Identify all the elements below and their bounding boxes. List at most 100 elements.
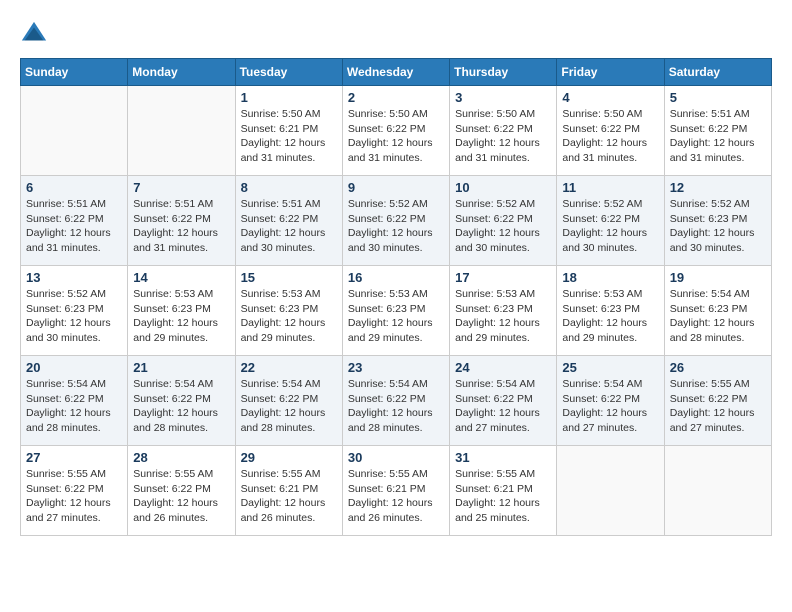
day-number: 11 (562, 180, 658, 195)
calendar-cell: 29Sunrise: 5:55 AM Sunset: 6:21 PM Dayli… (235, 446, 342, 536)
calendar-cell: 18 Sunrise: 5:53 AM Sunset: 6:23 PM Dayli… (557, 266, 664, 356)
day-info: Sunrise: 5:52 AM Sunset: 6:23 PM Dayligh… (26, 287, 122, 346)
calendar-cell: 10 Sunrise: 5:52 AM Sunset: 6:22 PM Dayli… (450, 176, 557, 266)
day-number: 5 (670, 90, 766, 105)
calendar-cell: 21 Sunrise: 5:54 AM Sunset: 6:22 PM Dayli… (128, 356, 235, 446)
day-info: Sunrise: 5:55 AM Sunset: 6:22 PM Dayligh… (26, 467, 122, 526)
calendar-cell: 8 Sunrise: 5:51 AM Sunset: 6:22 PM Daylig… (235, 176, 342, 266)
page-header (20, 20, 772, 48)
day-number: 1 (241, 90, 337, 105)
weekday-header: Tuesday (235, 59, 342, 86)
calendar-cell: 13 Sunrise: 5:52 AM Sunset: 6:23 PM Dayli… (21, 266, 128, 356)
day-number: 15 (241, 270, 337, 285)
day-number: 30 (348, 450, 444, 465)
calendar-cell: 15 Sunrise: 5:53 AM Sunset: 6:23 PM Dayli… (235, 266, 342, 356)
day-info: Sunrise: 5:54 AM Sunset: 6:22 PM Dayligh… (26, 377, 122, 436)
calendar-cell: 17Sunrise: 5:53 AM Sunset: 6:23 PM Dayli… (450, 266, 557, 356)
calendar-cell: 28 Sunrise: 5:55 AM Sunset: 6:22 PM Dayli… (128, 446, 235, 536)
calendar-cell: 5 Sunrise: 5:51 AM Sunset: 6:22 PM Daylig… (664, 86, 771, 176)
calendar-cell: 6 Sunrise: 5:51 AM Sunset: 6:22 PM Daylig… (21, 176, 128, 266)
logo (20, 20, 52, 48)
calendar-week-row: 1Sunrise: 5:50 AM Sunset: 6:21 PM Daylig… (21, 86, 772, 176)
weekday-header: Sunday (21, 59, 128, 86)
day-number: 24 (455, 360, 551, 375)
weekday-header-row: SundayMondayTuesdayWednesdayThursdayFrid… (21, 59, 772, 86)
day-info: Sunrise: 5:54 AM Sunset: 6:22 PM Dayligh… (133, 377, 229, 436)
calendar-cell (557, 446, 664, 536)
weekday-header: Friday (557, 59, 664, 86)
day-number: 28 (133, 450, 229, 465)
day-info: Sunrise: 5:50 AM Sunset: 6:22 PM Dayligh… (455, 107, 551, 166)
day-number: 26 (670, 360, 766, 375)
day-info: Sunrise: 5:55 AM Sunset: 6:21 PM Dayligh… (348, 467, 444, 526)
calendar-cell (128, 86, 235, 176)
day-info: Sunrise: 5:53 AM Sunset: 6:23 PM Dayligh… (562, 287, 658, 346)
day-info: Sunrise: 5:54 AM Sunset: 6:23 PM Dayligh… (670, 287, 766, 346)
day-number: 8 (241, 180, 337, 195)
day-info: Sunrise: 5:51 AM Sunset: 6:22 PM Dayligh… (26, 197, 122, 256)
day-number: 4 (562, 90, 658, 105)
day-info: Sunrise: 5:55 AM Sunset: 6:22 PM Dayligh… (670, 377, 766, 436)
day-info: Sunrise: 5:55 AM Sunset: 6:22 PM Dayligh… (133, 467, 229, 526)
calendar-cell (664, 446, 771, 536)
day-info: Sunrise: 5:52 AM Sunset: 6:22 PM Dayligh… (562, 197, 658, 256)
day-number: 13 (26, 270, 122, 285)
calendar-cell: 7 Sunrise: 5:51 AM Sunset: 6:22 PM Daylig… (128, 176, 235, 266)
weekday-header: Thursday (450, 59, 557, 86)
calendar-cell: 2 Sunrise: 5:50 AM Sunset: 6:22 PM Daylig… (342, 86, 449, 176)
day-number: 9 (348, 180, 444, 195)
calendar-cell: 27 Sunrise: 5:55 AM Sunset: 6:22 PM Dayli… (21, 446, 128, 536)
day-number: 12 (670, 180, 766, 195)
calendar-cell: 19 Sunrise: 5:54 AM Sunset: 6:23 PM Dayli… (664, 266, 771, 356)
day-info: Sunrise: 5:51 AM Sunset: 6:22 PM Dayligh… (241, 197, 337, 256)
day-number: 18 (562, 270, 658, 285)
day-info: Sunrise: 5:53 AM Sunset: 6:23 PM Dayligh… (241, 287, 337, 346)
weekday-header: Wednesday (342, 59, 449, 86)
calendar-week-row: 6 Sunrise: 5:51 AM Sunset: 6:22 PM Daylig… (21, 176, 772, 266)
day-info: Sunrise: 5:51 AM Sunset: 6:22 PM Dayligh… (133, 197, 229, 256)
calendar-cell: 4 Sunrise: 5:50 AM Sunset: 6:22 PM Daylig… (557, 86, 664, 176)
calendar-cell: 31Sunrise: 5:55 AM Sunset: 6:21 PM Dayli… (450, 446, 557, 536)
day-number: 25 (562, 360, 658, 375)
day-number: 22 (241, 360, 337, 375)
day-number: 10 (455, 180, 551, 195)
day-info: Sunrise: 5:52 AM Sunset: 6:22 PM Dayligh… (455, 197, 551, 256)
day-number: 17 (455, 270, 551, 285)
day-number: 23 (348, 360, 444, 375)
calendar-cell: 30 Sunrise: 5:55 AM Sunset: 6:21 PM Dayli… (342, 446, 449, 536)
weekday-header: Saturday (664, 59, 771, 86)
calendar-cell: 9 Sunrise: 5:52 AM Sunset: 6:22 PM Daylig… (342, 176, 449, 266)
calendar-cell: 24Sunrise: 5:54 AM Sunset: 6:22 PM Dayli… (450, 356, 557, 446)
day-info: Sunrise: 5:53 AM Sunset: 6:23 PM Dayligh… (348, 287, 444, 346)
day-number: 7 (133, 180, 229, 195)
day-info: Sunrise: 5:54 AM Sunset: 6:22 PM Dayligh… (348, 377, 444, 436)
calendar-cell: 14 Sunrise: 5:53 AM Sunset: 6:23 PM Dayli… (128, 266, 235, 356)
calendar-table: SundayMondayTuesdayWednesdayThursdayFrid… (20, 58, 772, 536)
day-number: 31 (455, 450, 551, 465)
day-info: Sunrise: 5:50 AM Sunset: 6:22 PM Dayligh… (348, 107, 444, 166)
day-info: Sunrise: 5:55 AM Sunset: 6:21 PM Dayligh… (241, 467, 337, 526)
calendar-cell: 23 Sunrise: 5:54 AM Sunset: 6:22 PM Dayli… (342, 356, 449, 446)
day-number: 2 (348, 90, 444, 105)
calendar-week-row: 20Sunrise: 5:54 AM Sunset: 6:22 PM Dayli… (21, 356, 772, 446)
logo-icon (20, 20, 48, 48)
day-info: Sunrise: 5:54 AM Sunset: 6:22 PM Dayligh… (562, 377, 658, 436)
weekday-header: Monday (128, 59, 235, 86)
calendar-cell: 12 Sunrise: 5:52 AM Sunset: 6:23 PM Dayli… (664, 176, 771, 266)
day-number: 6 (26, 180, 122, 195)
day-info: Sunrise: 5:50 AM Sunset: 6:22 PM Dayligh… (562, 107, 658, 166)
day-number: 14 (133, 270, 229, 285)
day-info: Sunrise: 5:54 AM Sunset: 6:22 PM Dayligh… (241, 377, 337, 436)
calendar-cell: 1Sunrise: 5:50 AM Sunset: 6:21 PM Daylig… (235, 86, 342, 176)
day-number: 21 (133, 360, 229, 375)
day-info: Sunrise: 5:52 AM Sunset: 6:23 PM Dayligh… (670, 197, 766, 256)
calendar-cell: 3Sunrise: 5:50 AM Sunset: 6:22 PM Daylig… (450, 86, 557, 176)
day-info: Sunrise: 5:51 AM Sunset: 6:22 PM Dayligh… (670, 107, 766, 166)
calendar-cell: 25 Sunrise: 5:54 AM Sunset: 6:22 PM Dayli… (557, 356, 664, 446)
day-number: 19 (670, 270, 766, 285)
day-number: 27 (26, 450, 122, 465)
day-info: Sunrise: 5:53 AM Sunset: 6:23 PM Dayligh… (133, 287, 229, 346)
calendar-cell: 11 Sunrise: 5:52 AM Sunset: 6:22 PM Dayli… (557, 176, 664, 266)
calendar-cell: 16Sunrise: 5:53 AM Sunset: 6:23 PM Dayli… (342, 266, 449, 356)
day-info: Sunrise: 5:52 AM Sunset: 6:22 PM Dayligh… (348, 197, 444, 256)
